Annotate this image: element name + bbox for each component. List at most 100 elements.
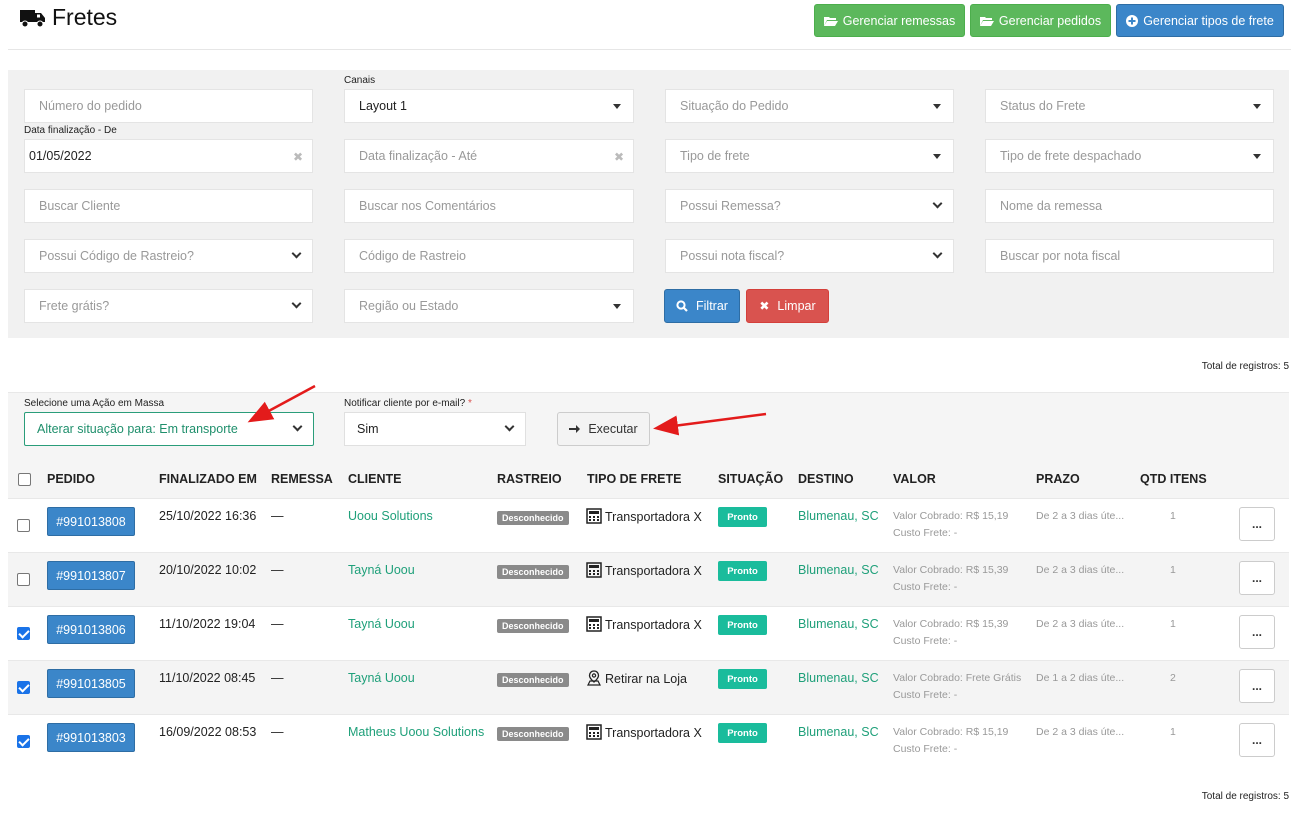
client-link[interactable]: Matheus Uoou Solutions [348,725,484,739]
search-invoice-placeholder: Buscar por nota fiscal [1000,249,1121,263]
order-number-button[interactable]: #991013805 [47,669,135,698]
row-checkbox[interactable] [17,627,30,640]
order-number-placeholder: Número do pedido [39,99,142,113]
arrow-right-icon [569,425,581,433]
manage-orders-button[interactable]: Gerenciar pedidos [970,4,1111,37]
order-number-input[interactable]: Número do pedido [24,89,313,123]
execute-button[interactable]: Executar [557,412,650,446]
folder-open-icon [823,16,838,26]
search-invoice-input[interactable]: Buscar por nota fiscal [985,239,1274,273]
col-header-rastreio[interactable]: RASTREIO [497,472,562,486]
has-tracking-select[interactable]: Possui Código de Rastreio? [24,239,313,273]
dispatched-freight-type-placeholder: Tipo de frete despachado [1000,149,1142,163]
freight-type: Transportadora X [586,508,702,527]
shipment-name-input[interactable]: Nome da remessa [985,189,1274,223]
bulk-action-select[interactable]: Alterar situação para: Em transporte [24,412,314,446]
more-actions-button[interactable]: ... [1239,723,1275,757]
chevron-down-icon [291,298,302,309]
row-checkbox[interactable] [17,573,30,586]
col-header-situacao[interactable]: SITUAÇÃO [718,472,783,486]
freight-type-select[interactable]: Tipo de frete [665,139,954,173]
region-select[interactable]: Região ou Estado [344,289,634,323]
order-number-button[interactable]: #991013808 [47,507,135,536]
destination-link[interactable]: Blumenau, SC [798,509,879,523]
more-actions-button[interactable]: ... [1239,615,1275,649]
destination-link[interactable]: Blumenau, SC [798,617,879,631]
more-actions-button[interactable]: ... [1239,561,1275,595]
select-all-checkbox[interactable] [18,473,31,486]
col-header-qtd-itens[interactable]: QTD ITENS [1140,472,1207,486]
shipment-value: — [271,563,284,577]
freight-status-select[interactable]: Status do Frete [985,89,1274,123]
client-link[interactable]: Tayná Uoou [348,617,415,631]
required-mark: * [467,398,472,409]
row-checkbox[interactable] [17,681,30,694]
col-header-remessa[interactable]: REMESSA [271,472,333,486]
finalized-date: 11/10/2022 08:45 [159,671,256,685]
shipment-value: — [271,671,284,685]
search-client-input[interactable]: Buscar Cliente [24,189,313,223]
item-quantity: 1 [1170,564,1176,576]
col-header-prazo[interactable]: PRAZO [1036,472,1080,486]
shipment-value: — [271,509,284,523]
col-header-tipo-frete[interactable]: TIPO DE FRETE [587,472,681,486]
filter-button[interactable]: Filtrar [664,289,740,323]
date-to-input[interactable]: Data finalização - Até ✖ [344,139,634,173]
order-status-select[interactable]: Situação do Pedido [665,89,954,123]
calculator-icon [586,562,602,581]
truck-icon [20,9,45,27]
channel-select[interactable]: Layout 1 [344,89,634,123]
status-badge: Pronto [718,669,767,689]
client-link[interactable]: Uoou Solutions [348,509,433,523]
header-divider [8,49,1291,50]
more-actions-button[interactable]: ... [1239,669,1275,703]
tracking-code-input[interactable]: Código de Rastreio [344,239,634,273]
channels-label: Canais [344,75,376,86]
notify-client-value: Sim [357,422,379,436]
table-row: #991013803 16/09/2022 08:53 — Matheus Uoou … [8,714,1289,768]
has-shipment-select[interactable]: Possui Remessa? [665,189,954,223]
row-checkbox[interactable] [17,735,30,748]
col-header-valor[interactable]: VALOR [893,472,936,486]
clear-filters-button[interactable]: ✖ Limpar [746,289,829,323]
col-header-destino[interactable]: DESTINO [798,472,854,486]
region-placeholder: Região ou Estado [359,299,459,313]
col-header-finalizado[interactable]: FINALIZADO EM [159,472,257,486]
client-link[interactable]: Tayná Uoou [348,563,415,577]
manage-orders-label: Gerenciar pedidos [998,13,1102,28]
free-shipping-select[interactable]: Frete grátis? [24,289,313,323]
col-header-cliente[interactable]: CLIENTE [348,472,401,486]
freight-type: Transportadora X [586,724,702,743]
date-from-input[interactable]: 01/05/2022 ✖ [24,139,313,173]
value-charged: Valor Cobrado: Frete Grátis [893,672,1022,684]
value-charged: Valor Cobrado: R$ 15,39 [893,564,1009,576]
value-charged: Valor Cobrado: R$ 15,19 [893,726,1009,738]
search-comments-input[interactable]: Buscar nos Comentários [344,189,634,223]
clear-icon[interactable]: ✖ [614,150,624,164]
has-invoice-select[interactable]: Possui nota fiscal? [665,239,954,273]
dispatched-freight-type-select[interactable]: Tipo de frete despachado [985,139,1274,173]
date-from-label: Data finalização - De [24,125,117,136]
shipment-name-placeholder: Nome da remessa [1000,199,1103,213]
more-actions-button[interactable]: ... [1239,507,1275,541]
freight-cost: Custo Frete: - [893,635,958,647]
clear-icon[interactable]: ✖ [293,150,303,164]
manage-freight-types-button[interactable]: Gerenciar tipos de frete [1116,4,1284,37]
item-quantity: 2 [1170,672,1176,684]
destination-link[interactable]: Blumenau, SC [798,671,879,685]
manage-shipments-button[interactable]: Gerenciar remessas [814,4,965,37]
col-header-pedido[interactable]: PEDIDO [47,472,95,486]
order-number-button[interactable]: #991013806 [47,615,135,644]
freight-cost: Custo Frete: - [893,527,958,539]
bulk-action-label: Selecione uma Ação em Massa [24,398,165,409]
notify-client-select[interactable]: Sim [344,412,526,446]
client-link[interactable]: Tayná Uoou [348,671,415,685]
destination-link[interactable]: Blumenau, SC [798,563,879,577]
chevron-down-icon [291,248,302,259]
row-checkbox[interactable] [17,519,30,532]
value-charged: Valor Cobrado: R$ 15,19 [893,510,1009,522]
destination-link[interactable]: Blumenau, SC [798,725,879,739]
search-icon [676,300,688,312]
order-number-button[interactable]: #991013803 [47,723,135,752]
order-number-button[interactable]: #991013807 [47,561,135,590]
